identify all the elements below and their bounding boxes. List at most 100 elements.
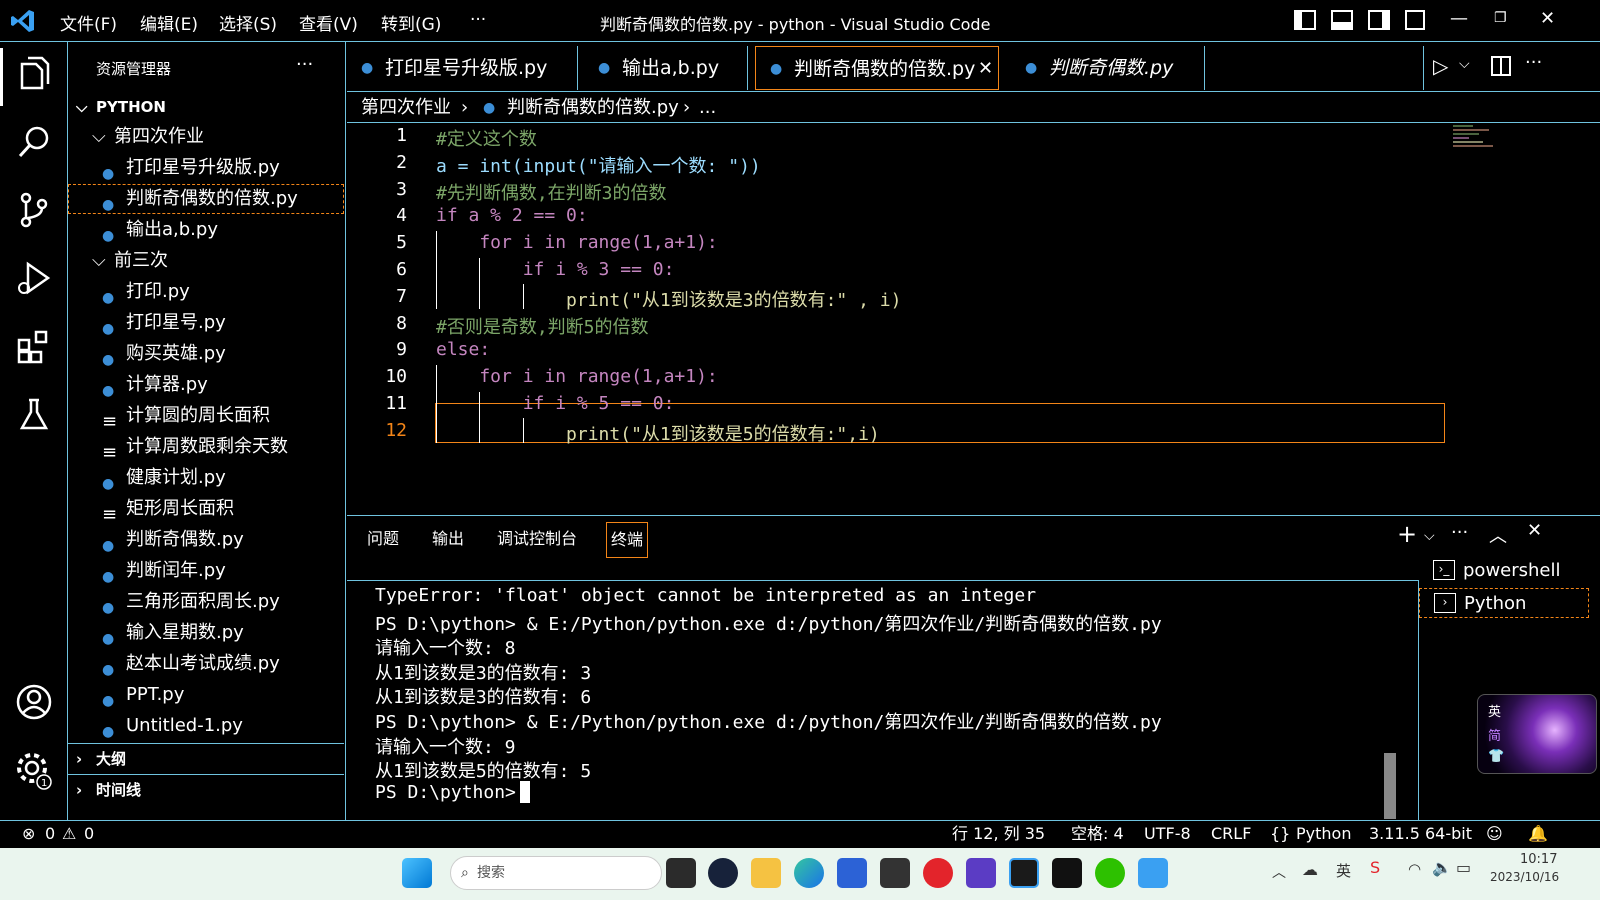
tray-chevron-icon[interactable]: ︿ xyxy=(1272,862,1286,882)
start-button-icon[interactable] xyxy=(402,858,432,888)
maximize-panel-icon[interactable]: ︿ xyxy=(1489,522,1507,548)
extensions-icon[interactable] xyxy=(14,326,54,366)
tiktok-icon[interactable] xyxy=(1052,858,1082,888)
toggle-sidebar-icon[interactable] xyxy=(1294,10,1316,30)
toggle-secondary-sidebar-icon[interactable] xyxy=(1368,10,1390,30)
error-icon[interactable]: ⊗ xyxy=(22,821,35,847)
file-item[interactable]: ● 判断奇偶数.py xyxy=(68,525,344,555)
folder-homework4[interactable]: ⌵ 第四次作业 xyxy=(68,122,344,152)
file-item[interactable]: ● 输入星期数.py xyxy=(68,618,344,648)
terminal-output[interactable]: TypeError: 'float' object cannot be inte… xyxy=(347,580,1419,820)
accounts-icon[interactable] xyxy=(14,682,54,722)
source-control-icon[interactable] xyxy=(14,190,54,230)
file-item[interactable]: ● Untitled-1.py xyxy=(68,711,344,741)
edge-browser-icon[interactable] xyxy=(794,858,824,888)
cursor-position[interactable]: 行 12, 列 35 xyxy=(952,821,1045,847)
file-item[interactable]: ● 计算器.py xyxy=(68,370,344,400)
terminal-item-python[interactable]: › Python xyxy=(1419,588,1589,618)
encoding[interactable]: UTF-8 xyxy=(1144,821,1191,847)
taskbar-search[interactable]: ⌕ 搜索 xyxy=(450,856,662,890)
restore-icon[interactable]: ❐ xyxy=(1494,10,1507,26)
store-icon[interactable] xyxy=(837,858,867,888)
menu-more[interactable]: ··· xyxy=(470,10,486,30)
breadcrumb-more[interactable]: ... xyxy=(699,93,716,123)
app-cube-icon[interactable] xyxy=(880,858,910,888)
file-item[interactable]: ≡ 计算周数跟剩余天数 xyxy=(68,432,344,463)
panel-more-icon[interactable]: ··· xyxy=(1451,522,1468,543)
menu-edit[interactable]: 编辑(E) xyxy=(140,10,198,35)
tab-preview[interactable]: ● 判断奇偶数.py xyxy=(1005,46,1205,90)
wifi-icon[interactable]: ◠ xyxy=(1408,860,1421,878)
menu-view[interactable]: 查看(V) xyxy=(299,10,358,35)
python-interpreter[interactable]: 3.11.5 64-bit xyxy=(1369,821,1472,847)
tab-active[interactable]: ● 判断奇偶数的倍数.py ✕ xyxy=(755,46,999,90)
run-file-icon[interactable]: ▷ xyxy=(1433,54,1448,78)
folder-previous[interactable]: ⌵ 前三次 xyxy=(68,246,344,276)
file-item[interactable]: ● 输出a,b.py xyxy=(68,215,344,245)
clock-date[interactable]: 2023/10/16 xyxy=(1490,870,1559,884)
file-item[interactable]: ● 赵本山考试成绩.py xyxy=(68,649,344,679)
file-item[interactable]: ● 购买英雄.py xyxy=(68,339,344,369)
chevron-down-icon[interactable]: ⌵ xyxy=(1459,56,1470,72)
wechat-icon[interactable] xyxy=(1095,858,1125,888)
file-item[interactable]: ≡ 矩形周长面积 xyxy=(68,494,344,525)
toggle-panel-icon[interactable] xyxy=(1331,10,1353,30)
sogou-ime-icon[interactable]: S xyxy=(1370,858,1380,877)
file-item-selected[interactable]: ● 判断奇偶数的倍数.py xyxy=(68,184,344,214)
file-item[interactable]: ≡ 计算圆的周长面积 xyxy=(68,401,344,432)
file-item[interactable]: ● 健康计划.py xyxy=(68,463,344,493)
explorer-more-button[interactable]: ··· xyxy=(296,54,313,75)
file-item[interactable]: ● 打印星号升级版.py xyxy=(68,153,344,183)
language-mode[interactable]: Python xyxy=(1296,821,1351,847)
tab-debug-console[interactable]: 调试控制台 xyxy=(497,522,577,556)
error-count[interactable]: 0 xyxy=(45,821,55,847)
menu-file[interactable]: 文件(F) xyxy=(60,10,117,35)
vscode-taskbar-icon[interactable] xyxy=(1009,858,1039,888)
minimap[interactable] xyxy=(1453,125,1497,149)
menu-go[interactable]: 转到(G) xyxy=(381,10,441,35)
notifications-bell-icon[interactable]: 🔔 xyxy=(1528,821,1548,847)
search-icon[interactable] xyxy=(14,122,54,162)
minimize-icon[interactable]: — xyxy=(1450,8,1468,29)
warning-count[interactable]: 0 xyxy=(84,821,94,847)
notepad-icon[interactable] xyxy=(1138,858,1168,888)
editor-more-icon[interactable]: ··· xyxy=(1525,52,1542,73)
close-panel-icon[interactable]: ✕ xyxy=(1527,520,1542,541)
close-tab-icon[interactable]: ✕ xyxy=(978,47,993,91)
netease-music-icon[interactable] xyxy=(923,858,953,888)
manage-gear-icon[interactable]: 1 xyxy=(14,750,54,790)
tab-output[interactable]: 输出 xyxy=(432,522,464,556)
file-item[interactable]: ● 打印.py xyxy=(68,277,344,307)
terminal-scrollbar[interactable] xyxy=(1384,753,1396,819)
run-debug-icon[interactable] xyxy=(14,258,54,298)
breadcrumb-file[interactable]: 判断奇偶数的倍数.py xyxy=(507,93,679,123)
tab-problems[interactable]: 问题 xyxy=(367,522,399,556)
new-terminal-icon[interactable]: + xyxy=(1397,520,1417,548)
close-window-icon[interactable]: ✕ xyxy=(1540,8,1555,29)
file-item[interactable]: ● 三角形面积周长.py xyxy=(68,587,344,617)
app-terminal-icon[interactable] xyxy=(966,858,996,888)
breadcrumb-folder[interactable]: 第四次作业 xyxy=(361,93,451,123)
tab-file[interactable]: ● 打印星号升级版.py xyxy=(347,46,578,90)
clock-time[interactable]: 10:17 xyxy=(1520,852,1557,867)
file-explorer-icon[interactable] xyxy=(751,858,781,888)
tab-file[interactable]: ● 输出a,b.py xyxy=(578,46,748,90)
line-ending[interactable]: CRLF xyxy=(1211,821,1251,847)
code-editor[interactable]: 1 2 3 4 5 6 7 8 9 10 11 12 #定义这个数 a = int(input("请输入… xyxy=(347,123,1600,515)
steam-icon[interactable] xyxy=(708,858,738,888)
ime-widget[interactable]: 英 简 👕 xyxy=(1477,694,1597,774)
file-item[interactable]: ● 判断闰年.py xyxy=(68,556,344,586)
file-item[interactable]: ● PPT.py xyxy=(68,680,344,710)
tab-terminal[interactable]: 终端 xyxy=(606,522,649,558)
testing-icon[interactable] xyxy=(14,394,54,434)
tray-ime-lang[interactable]: 英 xyxy=(1336,860,1351,881)
split-editor-icon[interactable] xyxy=(1491,56,1511,76)
onedrive-icon[interactable]: ☁ xyxy=(1302,860,1318,879)
volume-icon[interactable]: 🔈 xyxy=(1432,858,1452,877)
chevron-down-icon[interactable]: ⌵ xyxy=(1424,528,1435,544)
folder-python[interactable]: ⌵ PYTHON xyxy=(68,92,344,122)
customize-layout-icon[interactable] xyxy=(1405,10,1425,30)
explorer-icon[interactable] xyxy=(14,54,54,94)
terminal-item-powershell[interactable]: ›_ powershell xyxy=(1419,556,1589,586)
task-view-icon[interactable] xyxy=(666,858,696,888)
